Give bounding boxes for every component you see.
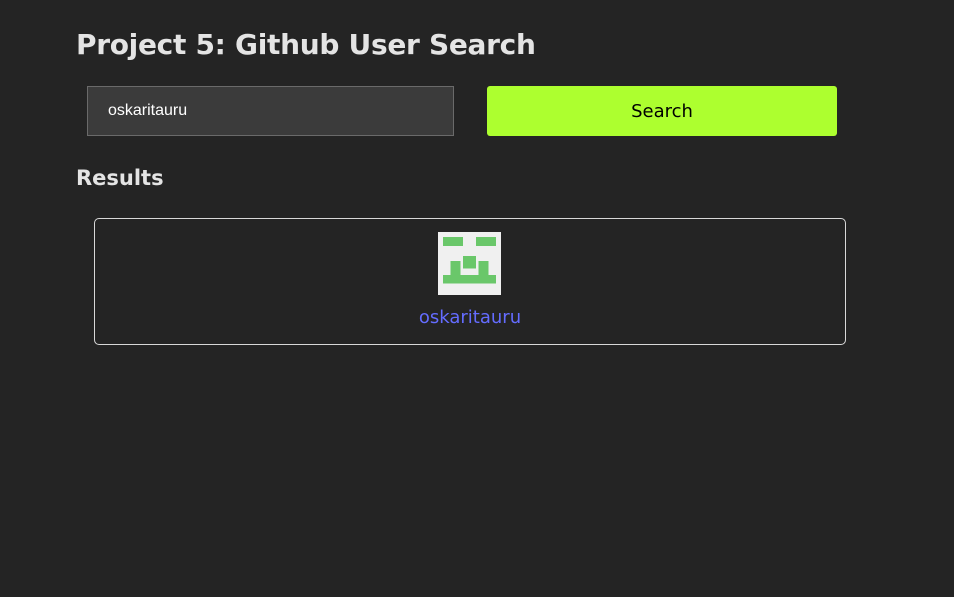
results-heading: Results bbox=[76, 166, 164, 190]
username-link[interactable]: oskaritauru bbox=[95, 307, 845, 328]
user-avatar[interactable] bbox=[438, 232, 501, 295]
search-button[interactable]: Search bbox=[487, 86, 837, 136]
app-page: Project 5: Github User Search Search Res… bbox=[0, 0, 954, 597]
search-input[interactable] bbox=[87, 86, 454, 136]
result-card: oskaritauru bbox=[94, 218, 846, 345]
page-title: Project 5: Github User Search bbox=[76, 28, 536, 61]
